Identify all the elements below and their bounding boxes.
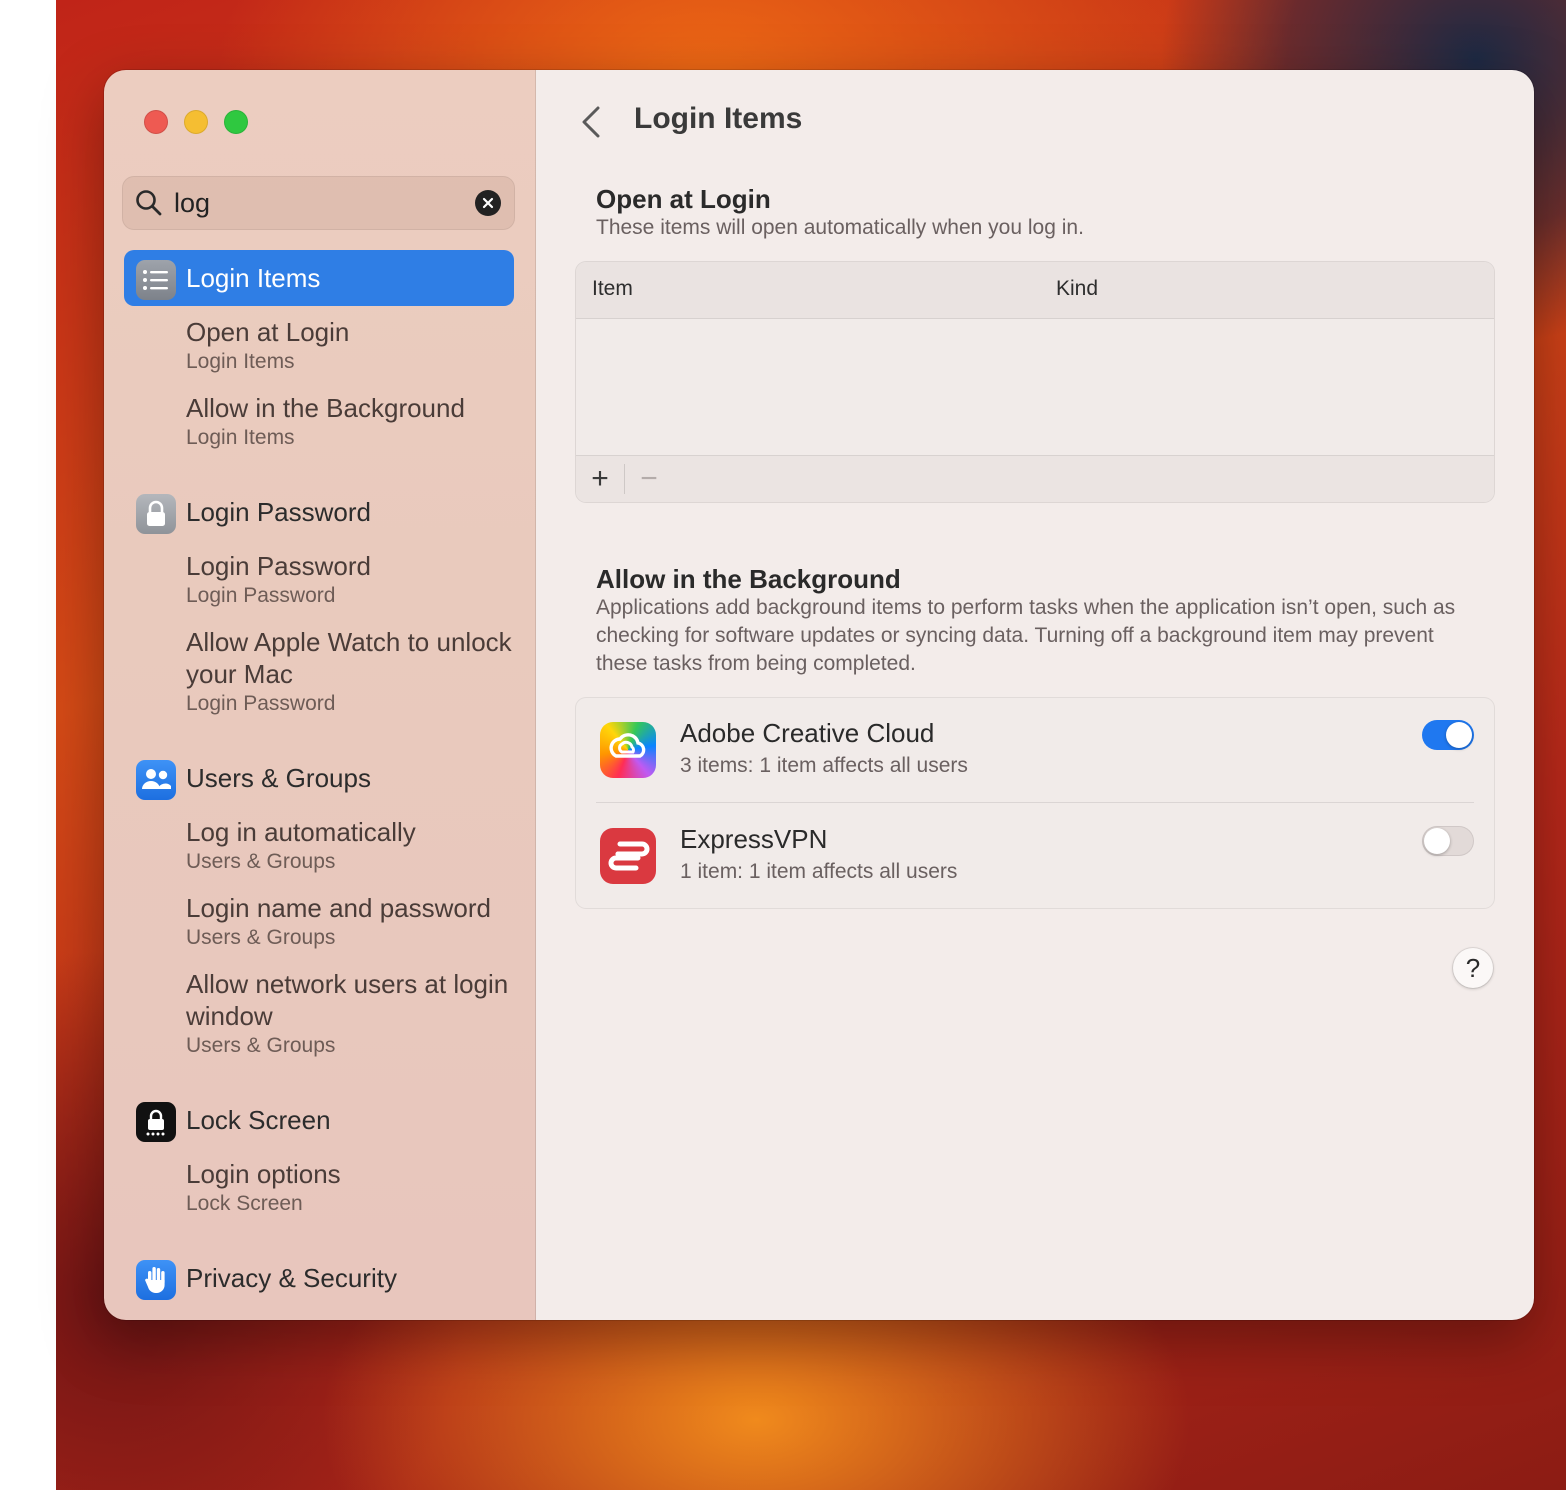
column-header-kind[interactable]: Kind	[1056, 277, 1098, 301]
list-icon	[136, 260, 176, 300]
login-items-table[interactable]: Item Kind + −	[576, 262, 1494, 502]
help-button[interactable]: ?	[1453, 948, 1493, 988]
app-detail: 3 items: 1 item affects all users	[680, 754, 968, 777]
toggle-knob	[1424, 828, 1450, 854]
result-category: Users & Groups	[186, 926, 336, 949]
open-at-login-description: These items will open automatically when…	[596, 216, 1084, 239]
magnifying-glass-icon	[136, 190, 162, 216]
main-pane: Login Items Open at Login These items wi…	[536, 70, 1534, 1320]
result-title: Allow in the Background	[186, 393, 465, 423]
search-result-login-options[interactable]: Login options Lock Screen	[186, 1158, 516, 1218]
users-icon	[136, 760, 176, 800]
lock-icon	[136, 494, 176, 534]
sidebar-item-privacy-security[interactable]: Privacy & Security	[124, 1250, 514, 1306]
page-title: Login Items	[634, 102, 803, 135]
search-result-login-password[interactable]: Login Password Login Password	[186, 550, 516, 610]
sidebar-item-login-password[interactable]: Login Password	[124, 484, 514, 540]
footer-divider	[624, 464, 625, 494]
open-at-login-title: Open at Login	[596, 184, 771, 214]
result-category: Login Items	[186, 350, 295, 373]
result-category: Login Items	[186, 426, 295, 449]
result-title: Allow Apple Watch to unlock your Mac	[186, 627, 512, 689]
result-title: Login Password	[186, 551, 371, 581]
result-title: Open at Login	[186, 317, 350, 347]
back-chevron-icon[interactable]	[578, 104, 606, 140]
sidebar-item-label: Lock Screen	[186, 1104, 331, 1135]
zoom-window-button[interactable]	[224, 110, 248, 134]
add-item-button[interactable]: +	[577, 456, 623, 502]
row-divider	[596, 802, 1474, 803]
expressvpn-toggle[interactable]	[1422, 826, 1474, 856]
sidebar-item-label: Privacy & Security	[186, 1262, 397, 1293]
allow-in-background-description: Applications add background items to per…	[596, 596, 1456, 675]
adobe-creative-cloud-toggle[interactable]	[1422, 720, 1474, 750]
search-result-open-at-login[interactable]: Open at Login Login Items	[186, 316, 516, 376]
table-header: Item Kind	[576, 262, 1494, 319]
sidebar-item-label: Users & Groups	[186, 762, 371, 793]
background-items-list: Adobe Creative Cloud 3 items: 1 item aff…	[576, 698, 1494, 908]
lock-screen-icon	[136, 1102, 176, 1142]
table-footer: + −	[576, 455, 1494, 502]
sidebar-item-login-items[interactable]: Login Items	[124, 250, 514, 306]
result-category: Login Password	[186, 692, 336, 715]
app-name: ExpressVPN	[680, 824, 828, 854]
column-header-item[interactable]: Item	[592, 277, 633, 301]
list-item-adobe-creative-cloud: Adobe Creative Cloud 3 items: 1 item aff…	[576, 698, 1494, 803]
result-title: Login options	[186, 1159, 341, 1189]
system-settings-window: Login Items Open at Login Login Items Al…	[104, 70, 1534, 1320]
result-title: Log in automatically	[186, 817, 416, 847]
search-result-login-name-password[interactable]: Login name and password Users & Groups	[186, 892, 516, 952]
toggle-knob	[1446, 722, 1472, 748]
adobe-creative-cloud-icon	[600, 722, 656, 778]
remove-item-button[interactable]: −	[626, 456, 672, 502]
sidebar-item-label: Login Items	[186, 262, 321, 293]
result-title: Allow network users at login window	[186, 969, 509, 1031]
expressvpn-icon	[600, 828, 656, 884]
sidebar-item-lock-screen[interactable]: Lock Screen	[124, 1092, 514, 1148]
sidebar: Login Items Open at Login Login Items Al…	[104, 70, 536, 1320]
app-detail: 1 item: 1 item affects all users	[680, 860, 958, 883]
search-result-allow-in-background[interactable]: Allow in the Background Login Items	[186, 392, 516, 452]
app-name: Adobe Creative Cloud	[680, 718, 935, 748]
result-category: Users & Groups	[186, 1034, 336, 1057]
result-category: Login Password	[186, 584, 336, 607]
search-result-network-users[interactable]: Allow network users at login window User…	[186, 968, 516, 1060]
search-result-log-in-automatically[interactable]: Log in automatically Users & Groups	[186, 816, 516, 876]
sidebar-item-users-groups[interactable]: Users & Groups	[124, 750, 514, 806]
clear-search-icon[interactable]	[475, 190, 501, 216]
list-item-expressvpn: ExpressVPN 1 item: 1 item affects all us…	[576, 804, 1494, 908]
minimize-window-button[interactable]	[184, 110, 208, 134]
sidebar-item-label: Login Password	[186, 496, 371, 527]
search-field[interactable]	[122, 176, 515, 230]
search-result-apple-watch-unlock[interactable]: Allow Apple Watch to unlock your Mac Log…	[186, 626, 516, 718]
allow-in-background-title: Allow in the Background	[596, 564, 901, 594]
result-title: Login name and password	[186, 893, 491, 923]
search-input[interactable]	[174, 184, 454, 222]
hand-icon	[136, 1260, 176, 1300]
result-category: Lock Screen	[186, 1192, 303, 1215]
close-window-button[interactable]	[144, 110, 168, 134]
result-category: Users & Groups	[186, 850, 336, 873]
